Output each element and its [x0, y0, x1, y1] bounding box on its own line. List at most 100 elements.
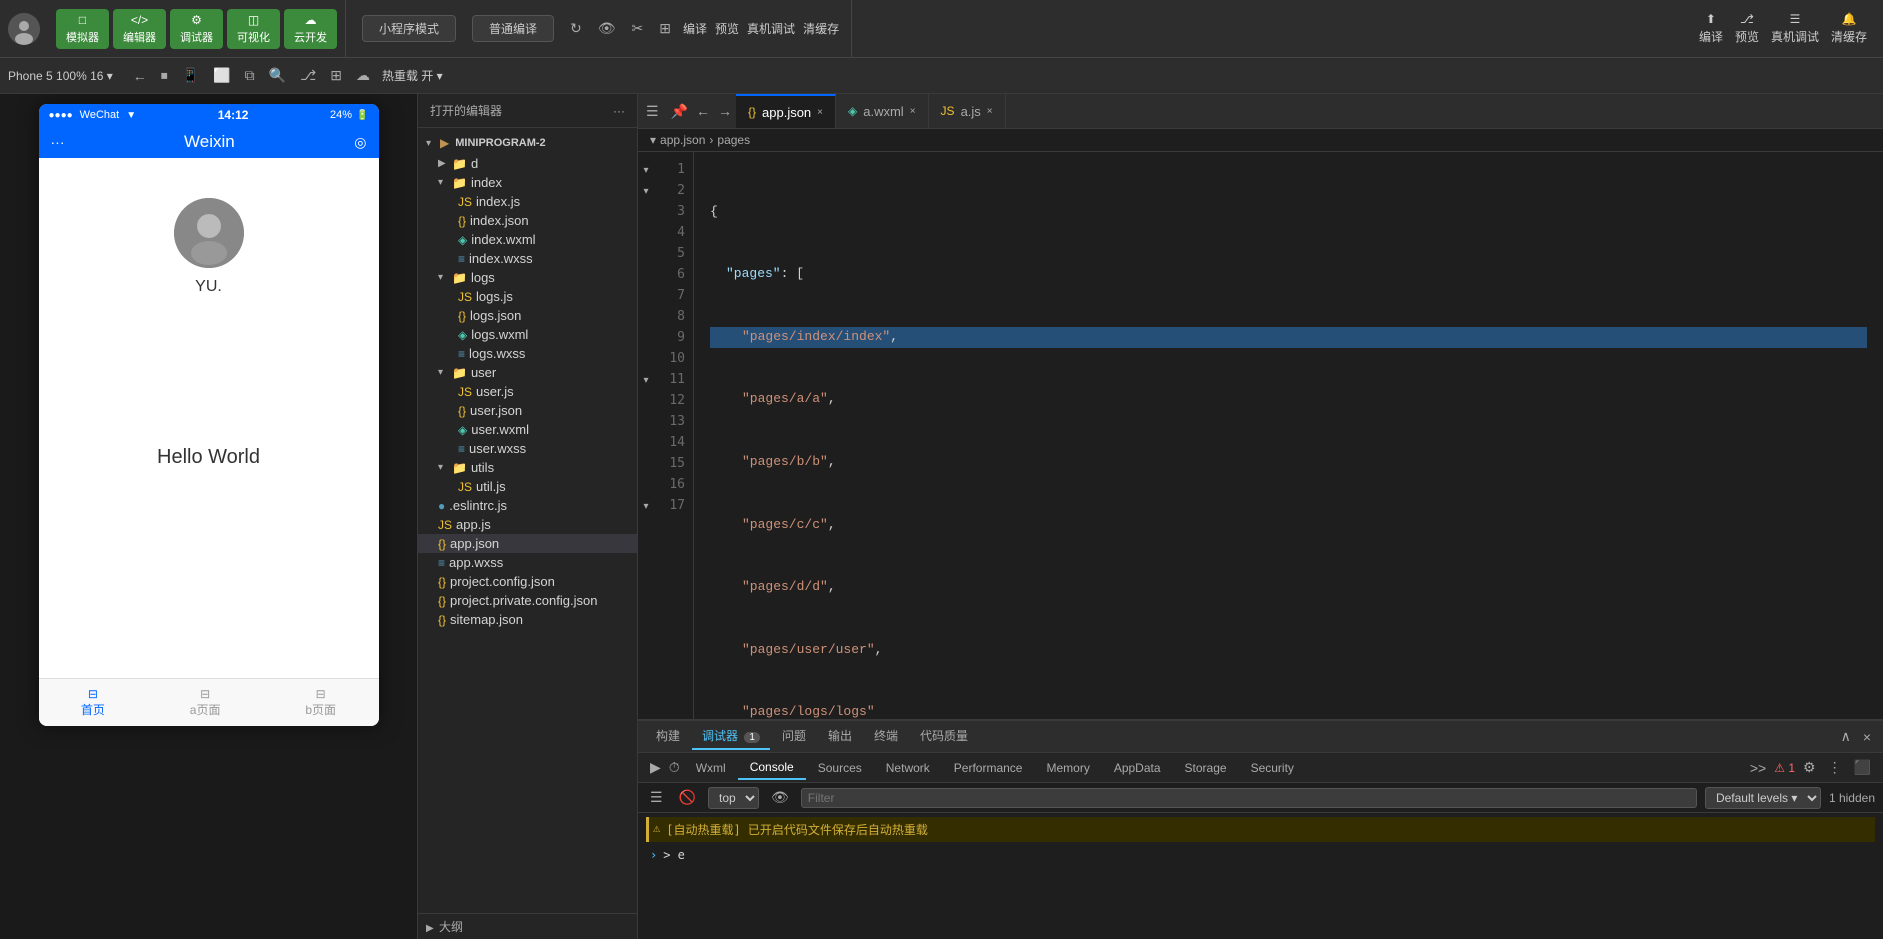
pin-btn[interactable]: 📌 — [667, 101, 692, 122]
cloud-btn[interactable]: ☁ 云开发 — [284, 9, 337, 49]
fold-2[interactable]: ▾ — [638, 181, 654, 202]
devtools-tab-debugger[interactable]: 调试器 1 — [692, 723, 770, 750]
file-item-index-json[interactable]: {} index.json — [418, 211, 637, 230]
file-item-sitemap[interactable]: {} sitemap.json — [418, 610, 637, 629]
devtools-sec-security[interactable]: Security — [1239, 757, 1306, 779]
file-item-index-folder[interactable]: ▾ 📁 index — [418, 173, 637, 192]
file-item-index-wxml[interactable]: ◈ index.wxml — [418, 230, 637, 249]
back-nav-btn[interactable]: ← — [692, 101, 714, 121]
phone-tab-a[interactable]: ⊟ a页面 — [190, 687, 221, 718]
eye-btn[interactable]: 👁 — [594, 18, 620, 39]
breadcrumb-file[interactable]: app.json — [660, 133, 705, 147]
sidebar-toggle-btn[interactable]: ☰ — [638, 103, 667, 120]
phone-tab-b[interactable]: ⊟ b页面 — [305, 687, 336, 718]
file-item-user-js[interactable]: JS user.js — [418, 382, 637, 401]
devtools-tab-terminal[interactable]: 终端 — [864, 723, 908, 750]
console-level-select[interactable]: Default levels ▾ — [1705, 787, 1821, 809]
layers-btn[interactable]: ⊞ — [655, 18, 675, 39]
grid-icon-btn[interactable]: ⊞ — [326, 65, 346, 86]
cloud2-icon-btn[interactable]: ☁ — [352, 65, 374, 86]
file-item-logs-json[interactable]: {} logs.json — [418, 306, 637, 325]
simulator-btn[interactable]: □ 模拟器 — [56, 9, 109, 49]
devtools-sec-wxml[interactable]: Wxml — [684, 757, 738, 779]
more-icon[interactable]: ··· — [613, 104, 625, 118]
more-options-btn[interactable]: ⋮ — [1824, 757, 1846, 778]
file-item-eslintrc[interactable]: ● .eslintrc.js — [418, 496, 637, 515]
code-area[interactable]: { "pages": [ "pages/index/index", "pages… — [694, 152, 1883, 719]
devtools-sec-console[interactable]: Console — [738, 756, 806, 780]
file-item-user-wxss[interactable]: ≡ user.wxss — [418, 439, 637, 458]
file-item-user-folder[interactable]: ▾ 📁 user — [418, 363, 637, 382]
console-context-select[interactable]: top — [708, 787, 759, 809]
fold-1[interactable]: ▾ — [638, 160, 654, 181]
refresh-btn[interactable]: ↻ — [566, 18, 586, 39]
mode-dropdown[interactable]: 小程序模式 — [362, 15, 456, 42]
console-timer-btn[interactable]: ⏱ — [665, 757, 684, 778]
visual-btn[interactable]: ◫ 可视化 — [227, 9, 280, 49]
phone-icon-btn[interactable]: 📱 — [178, 65, 203, 86]
console-run-btn[interactable]: ▶ — [646, 757, 665, 778]
devtools-sec-storage[interactable]: Storage — [1173, 757, 1239, 779]
fold-17[interactable]: ▾ — [638, 496, 654, 517]
version-btn[interactable]: ⎇ 预览 — [1735, 12, 1759, 45]
copy-icon-btn[interactable]: ⧉ — [241, 65, 259, 86]
file-item-app-json[interactable]: {} app.json — [418, 534, 637, 553]
devtools-sec-performance[interactable]: Performance — [942, 757, 1035, 779]
file-item-util-js[interactable]: JS util.js — [418, 477, 637, 496]
devtools-sec-appdata[interactable]: AppData — [1102, 757, 1173, 779]
close-tab-app-json[interactable]: × — [817, 107, 823, 118]
debugger-btn[interactable]: ⚙ 调试器 — [170, 9, 223, 49]
file-item-logs-wxss[interactable]: ≡ logs.wxss — [418, 344, 637, 363]
stop-btn[interactable]: ⏹ — [157, 65, 172, 86]
file-item-project-config[interactable]: {} project.config.json — [418, 572, 637, 591]
message-btn[interactable]: 🔔 清缓存 — [1831, 12, 1867, 45]
close-devtools-btn[interactable]: × — [1859, 727, 1875, 747]
fold-11[interactable]: ▾ — [638, 370, 654, 391]
file-item-logs-wxml[interactable]: ◈ logs.wxml — [418, 325, 637, 344]
search-icon-btn[interactable]: 🔍 — [265, 65, 290, 86]
compile-dropdown[interactable]: 普通编译 — [472, 15, 554, 42]
file-item-user-wxml[interactable]: ◈ user.wxml — [418, 420, 637, 439]
devtools-sec-memory[interactable]: Memory — [1034, 757, 1101, 779]
file-item-app-js[interactable]: JS app.js — [418, 515, 637, 534]
close-tab-a-wxml[interactable]: × — [910, 106, 916, 117]
breadcrumb-section[interactable]: pages — [717, 133, 750, 147]
upload-btn[interactable]: ⬆ 编译 — [1699, 12, 1723, 45]
console-sidebar-btn[interactable]: ☰ — [646, 787, 667, 808]
devtools-tab-build[interactable]: 构建 — [646, 723, 690, 750]
hotreload-btn[interactable]: 热重载 开 ▾ — [382, 67, 443, 84]
devtools-tab-quality[interactable]: 代码质量 — [910, 723, 978, 750]
back-btn[interactable]: ← — [129, 65, 151, 86]
tab-a-js[interactable]: JS a.js × — [929, 94, 1006, 128]
dock-btn[interactable]: ⬛ — [1850, 757, 1875, 778]
file-item-utils-folder[interactable]: ▾ 📁 utils — [418, 458, 637, 477]
file-item-project-private[interactable]: {} project.private.config.json — [418, 591, 637, 610]
detail-btn[interactable]: ☰ 真机调试 — [1771, 12, 1819, 45]
devtools-sec-network[interactable]: Network — [874, 757, 942, 779]
cut-btn[interactable]: ✂ — [628, 18, 648, 39]
tab-app-json[interactable]: {} app.json × — [736, 94, 836, 128]
file-item-d[interactable]: ▶ 📁 d — [418, 154, 637, 173]
file-item-logs-js[interactable]: JS logs.js — [418, 287, 637, 306]
console-clear-btn[interactable]: 🚫 — [675, 787, 700, 808]
phone-tab-home[interactable]: ⊟ 首页 — [81, 687, 105, 718]
console-filter-input[interactable] — [801, 788, 1697, 808]
collapse-devtools-btn[interactable]: ∧ — [1837, 726, 1855, 747]
file-item-app-wxss[interactable]: ≡ app.wxss — [418, 553, 637, 572]
forward-nav-btn[interactable]: → — [714, 101, 736, 121]
more-tabs-btn[interactable]: >> — [1746, 758, 1770, 778]
tablet-icon-btn[interactable]: ⬜ — [209, 65, 234, 86]
file-item-logs-folder[interactable]: ▾ 📁 logs — [418, 268, 637, 287]
tab-a-wxml[interactable]: ◈ a.wxml × — [836, 94, 929, 128]
outline-section[interactable]: ▶ 大纲 — [418, 913, 637, 939]
console-eye-btn[interactable]: 👁 — [767, 787, 793, 808]
close-tab-a-js[interactable]: × — [987, 106, 993, 117]
branch-icon-btn[interactable]: ⎇ — [296, 65, 320, 86]
file-item-user-json[interactable]: {} user.json — [418, 401, 637, 420]
file-item-index-js[interactable]: JS index.js — [418, 192, 637, 211]
settings-btn[interactable]: ⚙ — [1799, 757, 1820, 778]
devtools-tab-output[interactable]: 输出 — [818, 723, 862, 750]
file-item-index-wxss[interactable]: ≡ index.wxss — [418, 249, 637, 268]
devtools-tab-issues[interactable]: 问题 — [772, 723, 816, 750]
devtools-sec-sources[interactable]: Sources — [806, 757, 874, 779]
